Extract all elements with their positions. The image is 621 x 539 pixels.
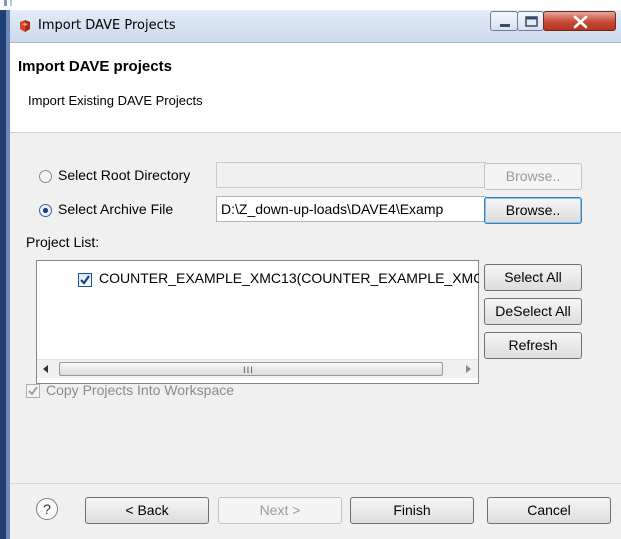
- wizard-header: Import DAVE projects Import Existing DAV…: [10, 43, 621, 133]
- project-checkbox[interactable]: [78, 273, 92, 287]
- archive-file-label[interactable]: Select Archive File: [58, 201, 173, 217]
- maximize-icon: [525, 16, 538, 27]
- finish-button[interactable]: Finish: [350, 497, 474, 524]
- project-list[interactable]: COUNTER_EXAMPLE_XMC13(COUNTER_EXAMPLE_XM…: [36, 260, 479, 384]
- scroll-left-icon[interactable]: [37, 360, 55, 378]
- checkmark-icon: [28, 386, 38, 396]
- background-window-edge-left: [0, 10, 10, 539]
- dave-app-icon: [20, 20, 30, 32]
- back-button[interactable]: < Back: [85, 497, 209, 524]
- refresh-button[interactable]: Refresh: [484, 332, 582, 359]
- root-browse-button[interactable]: Browse..: [484, 163, 582, 190]
- close-icon: [573, 15, 588, 29]
- next-button[interactable]: Next >: [218, 497, 342, 524]
- scroll-right-icon[interactable]: [459, 360, 477, 378]
- root-directory-field[interactable]: [216, 162, 486, 188]
- horizontal-scrollbar[interactable]: III: [37, 359, 478, 378]
- page-title: Import DAVE projects: [18, 58, 172, 75]
- import-dialog: Import DAVE Projects Import DAVE project…: [10, 10, 621, 539]
- cancel-button[interactable]: Cancel: [487, 497, 611, 524]
- page-description: Import Existing DAVE Projects: [28, 93, 203, 108]
- archive-file-radio[interactable]: [39, 204, 52, 217]
- copy-projects-checkbox[interactable]: [26, 384, 40, 398]
- checkmark-icon: [80, 275, 90, 285]
- scroll-thumb[interactable]: III: [59, 362, 443, 376]
- help-icon[interactable]: ?: [36, 498, 58, 520]
- root-directory-label[interactable]: Select Root Directory: [58, 167, 190, 183]
- archive-browse-button[interactable]: Browse..: [484, 197, 582, 224]
- root-directory-radio[interactable]: [39, 170, 52, 183]
- title-bar: Import DAVE Projects: [10, 10, 621, 43]
- background-window-edge: [0, 0, 621, 10]
- archive-file-field[interactable]: D:\Z_down-up-loads\DAVE4\Examp: [216, 196, 486, 222]
- copy-projects-label: Copy Projects Into Workspace: [46, 382, 235, 398]
- grip-icon: III: [243, 366, 254, 376]
- minimize-button[interactable]: [490, 11, 518, 31]
- project-list-label: Project List:: [26, 234, 100, 250]
- close-button[interactable]: [543, 11, 616, 31]
- footer-divider: [10, 483, 621, 484]
- deselect-all-button[interactable]: DeSelect All: [484, 298, 582, 325]
- project-item-label: COUNTER_EXAMPLE_XMC13(COUNTER_EXAMPLE_XM…: [99, 270, 479, 286]
- maximize-button[interactable]: [517, 11, 544, 31]
- minimize-icon: [500, 24, 510, 27]
- select-all-button[interactable]: Select All: [484, 264, 582, 291]
- window-title: Import DAVE Projects: [38, 18, 176, 33]
